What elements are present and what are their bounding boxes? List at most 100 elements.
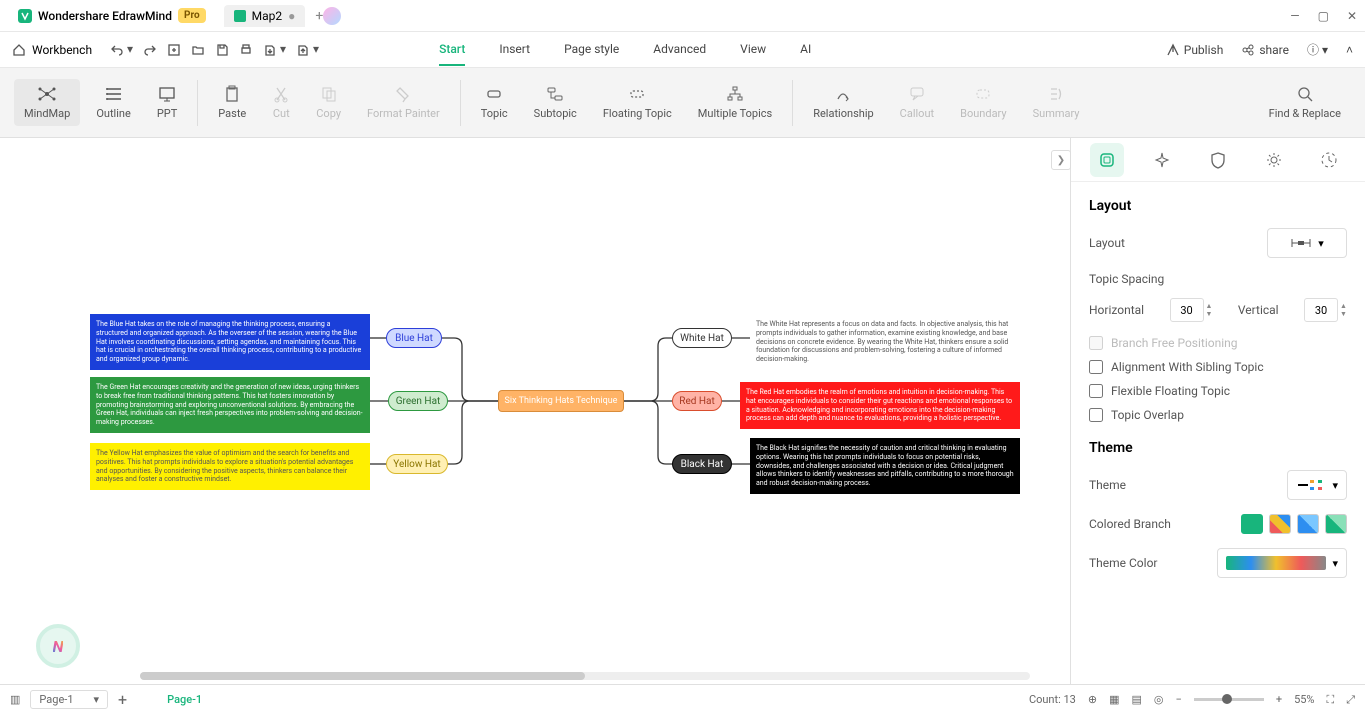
paste-button[interactable]: Paste <box>208 79 256 126</box>
horizontal-scrollbar[interactable] <box>140 672 1030 680</box>
floating-icon <box>628 85 646 103</box>
cut-button[interactable]: Cut <box>262 79 300 126</box>
green-note[interactable]: The Green Hat encourages creativity and … <box>90 377 370 433</box>
panel-tab-security[interactable] <box>1201 143 1235 177</box>
undo-button[interactable]: ▾ <box>110 42 133 57</box>
publish-button[interactable]: Publish <box>1166 43 1224 57</box>
import-button[interactable]: ▾ <box>296 42 319 57</box>
print-button[interactable] <box>239 42 253 57</box>
close-icon[interactable]: ✕ <box>1347 9 1357 23</box>
yellow-note[interactable]: The Yellow Hat emphasizes the value of o… <box>90 443 370 490</box>
page-list-icon[interactable]: ▥ <box>10 693 20 706</box>
redo-button[interactable] <box>143 42 157 57</box>
ppt-view-button[interactable]: PPT <box>147 79 187 126</box>
layout-label: Layout <box>1089 236 1125 250</box>
focus-icon[interactable]: ◎ <box>1154 693 1164 706</box>
floating-topic-button[interactable]: Floating Topic <box>593 79 682 126</box>
multiple-topics-button[interactable]: Multiple Topics <box>688 79 782 126</box>
share-button[interactable]: share <box>1241 43 1289 57</box>
white-note[interactable]: The White Hat represents a focus on data… <box>750 314 1020 370</box>
doc-tab[interactable]: Map2 ● <box>224 5 306 27</box>
white-hat-node[interactable]: White Hat <box>672 328 732 348</box>
copy-button[interactable]: Copy <box>306 79 351 126</box>
subtopic-button[interactable]: Subtopic <box>524 79 587 126</box>
ai-assistant-button[interactable]: N <box>36 624 80 668</box>
export-button[interactable]: ▾ <box>263 42 286 57</box>
collapse-panel-button[interactable]: ❯ <box>1051 150 1071 170</box>
zoom-out-button[interactable]: − <box>1176 693 1182 706</box>
tab-ai[interactable]: AI <box>800 34 811 66</box>
summary-button[interactable]: Summary <box>1023 79 1090 126</box>
branch-swatch-4[interactable] <box>1325 514 1347 534</box>
theme-color-select[interactable]: ▾ <box>1217 548 1347 578</box>
topic-button[interactable]: Topic <box>471 79 518 126</box>
fullscreen-icon[interactable]: ⤢ <box>1346 693 1355 707</box>
red-hat-node[interactable]: Red Hat <box>672 391 722 411</box>
publish-icon <box>1166 43 1180 57</box>
chevron-down-icon: ▾ <box>1332 479 1338 492</box>
save-button[interactable] <box>215 42 229 57</box>
free-positioning-checkbox[interactable]: Branch Free Positioning <box>1089 336 1347 350</box>
theme-select[interactable]: ▾ <box>1287 470 1347 500</box>
page-tab[interactable]: Page-1 <box>167 693 202 706</box>
callout-button[interactable]: Callout <box>890 79 944 126</box>
layout-select[interactable]: ▾ <box>1267 228 1347 258</box>
fit-icon[interactable]: ⛶ <box>1326 693 1334 707</box>
colored-branch-label: Colored Branch <box>1089 517 1171 531</box>
open-button[interactable] <box>191 42 205 57</box>
blue-note[interactable]: The Blue Hat takes on the role of managi… <box>90 314 370 370</box>
yellow-hat-node[interactable]: Yellow Hat <box>386 454 448 474</box>
vertical-input[interactable]: ▲▼ <box>1304 298 1347 322</box>
flexible-floating-checkbox[interactable]: Flexible Floating Topic <box>1089 384 1347 398</box>
add-page-button[interactable]: + <box>118 690 127 709</box>
blue-hat-node[interactable]: Blue Hat <box>386 328 442 348</box>
tab-advanced[interactable]: Advanced <box>653 34 706 66</box>
tab-pagestyle[interactable]: Page style <box>564 34 619 66</box>
align-sibling-checkbox[interactable]: Alignment With Sibling Topic <box>1089 360 1347 374</box>
gear-icon <box>1265 151 1283 169</box>
new-button[interactable] <box>167 42 181 57</box>
app-name: Wondershare EdrawMind <box>38 9 172 23</box>
find-replace-button[interactable]: Find & Replace <box>1259 79 1351 126</box>
center-node[interactable]: Six Thinking Hats Technique <box>498 390 624 412</box>
globe-icon[interactable]: ⊕ <box>1088 693 1097 706</box>
topic-overlap-checkbox[interactable]: Topic Overlap <box>1089 408 1347 422</box>
panel-tab-history[interactable] <box>1312 143 1346 177</box>
zoom-slider[interactable] <box>1194 698 1264 701</box>
branch-swatch-2[interactable] <box>1269 514 1291 534</box>
doc-title: Map2 <box>252 9 283 23</box>
workbench-button[interactable]: Workbench <box>12 43 92 57</box>
callout-icon <box>908 85 926 103</box>
canvas[interactable]: Six Thinking Hats Technique Blue Hat Gre… <box>0 138 1070 684</box>
user-avatar[interactable] <box>323 7 341 25</box>
grid-icon[interactable]: ▦ <box>1109 693 1119 706</box>
tab-insert[interactable]: Insert <box>499 34 530 66</box>
black-hat-node[interactable]: Black Hat <box>672 454 732 474</box>
mindmap-view-button[interactable]: MindMap <box>14 79 80 126</box>
home-icon <box>12 43 26 57</box>
boundary-button[interactable]: Boundary <box>950 79 1016 126</box>
panel-tab-layout[interactable] <box>1090 143 1124 177</box>
horizontal-input[interactable]: ▲▼ <box>1170 298 1213 322</box>
tab-start[interactable]: Start <box>439 34 465 66</box>
panel-tab-style[interactable] <box>1145 143 1179 177</box>
branch-swatch-1[interactable] <box>1241 514 1263 534</box>
red-note[interactable]: The Red Hat embodies the realm of emotio… <box>740 382 1020 429</box>
green-hat-node[interactable]: Green Hat <box>388 391 448 411</box>
page-select[interactable]: Page-1▾ <box>30 690 108 709</box>
collapse-ribbon-button[interactable]: ˄ <box>1346 43 1353 57</box>
relationship-button[interactable]: Relationship <box>803 79 883 126</box>
tab-view[interactable]: View <box>740 34 766 66</box>
panel-tab-settings[interactable] <box>1257 143 1291 177</box>
zoom-in-button[interactable]: + <box>1276 693 1282 706</box>
list-icon[interactable]: ▤ <box>1132 693 1142 706</box>
black-note[interactable]: The Black Hat signifies the necessity of… <box>750 438 1020 494</box>
branch-swatch-3[interactable] <box>1297 514 1319 534</box>
search-icon <box>1296 85 1314 103</box>
maximize-icon[interactable]: ▢ <box>1318 9 1329 23</box>
minimize-icon[interactable]: — <box>1290 9 1299 23</box>
format-painter-button[interactable]: Format Painter <box>357 79 450 126</box>
help-button[interactable]: ⓘ ▾ <box>1307 41 1328 58</box>
outline-view-button[interactable]: Outline <box>86 79 141 126</box>
new-tab-button[interactable]: + <box>315 8 323 24</box>
